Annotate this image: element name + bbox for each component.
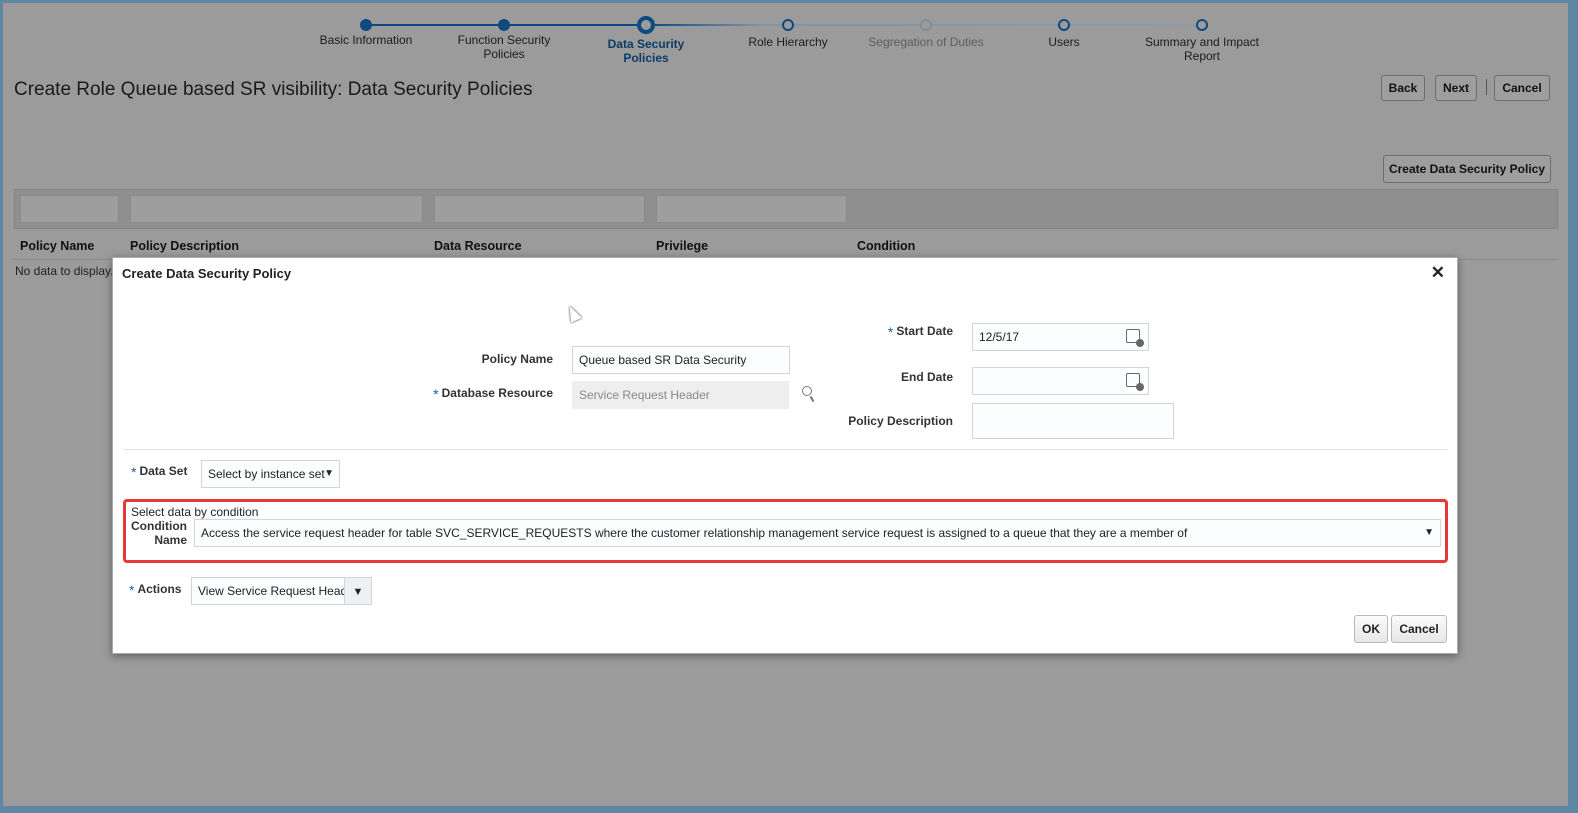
start-date-input[interactable]: 12/5/17 xyxy=(972,323,1149,351)
column-condition[interactable]: Condition xyxy=(857,239,915,253)
ok-button[interactable]: OK xyxy=(1354,615,1388,643)
train-stop-3[interactable] xyxy=(782,19,794,31)
start-date-value: 12/5/17 xyxy=(979,330,1020,344)
search-icon[interactable] xyxy=(802,386,812,396)
train-step-label[interactable]: Users xyxy=(1004,35,1124,49)
actions-label: * Actions xyxy=(129,582,182,598)
actions-input[interactable]: View Service Request Header xyxy=(191,577,345,605)
train-step-label[interactable]: Role Hierarchy xyxy=(728,35,848,49)
filter-policy-description[interactable] xyxy=(130,195,423,223)
chevron-down-icon: ▼ xyxy=(324,468,334,479)
policy-name-input[interactable]: Queue based SR Data Security xyxy=(572,346,790,374)
calendar-icon[interactable] xyxy=(1126,329,1144,347)
database-resource-input[interactable]: Service Request Header xyxy=(572,381,789,409)
create-data-security-policy-button[interactable]: Create Data Security Policy xyxy=(1383,155,1551,183)
policy-name-label: Policy Name xyxy=(481,352,553,366)
empty-table-message: No data to display. xyxy=(15,264,114,278)
condition-name-select[interactable]: Access the service request header for ta… xyxy=(194,519,1441,547)
database-resource-label: * Database Resource xyxy=(433,386,553,402)
train-stop-1[interactable] xyxy=(498,19,510,31)
train-step-label[interactable]: Data Security Policies xyxy=(586,37,706,65)
policy-description-label: Policy Description xyxy=(848,414,953,428)
data-set-select[interactable]: Select by instance set ▼ xyxy=(201,460,340,488)
end-date-input[interactable] xyxy=(972,367,1149,395)
actions-dropdown-button[interactable]: ▼ xyxy=(344,577,372,605)
page-title: Create Role Queue based SR visibility: D… xyxy=(14,79,533,100)
chevron-down-icon: ▼ xyxy=(1424,527,1434,538)
back-button[interactable]: Back xyxy=(1381,75,1425,101)
train-step-label[interactable]: Function Security Policies xyxy=(444,33,564,61)
divider xyxy=(124,449,1447,450)
train-step-label[interactable]: Summary and Impact Report xyxy=(1142,35,1262,63)
create-data-security-policy-dialog: Create Data Security Policy ✕ Policy Nam… xyxy=(112,257,1458,654)
policy-description-textarea[interactable] xyxy=(972,403,1174,439)
column-data-resource[interactable]: Data Resource xyxy=(434,239,522,253)
train-stop-4[interactable] xyxy=(920,19,932,31)
filter-policy-name[interactable] xyxy=(20,195,119,223)
dialog-title: Create Data Security Policy xyxy=(122,266,292,281)
column-policy-description[interactable]: Policy Description xyxy=(130,239,239,253)
column-privilege[interactable]: Privilege xyxy=(656,239,708,253)
end-date-label: End Date xyxy=(900,370,953,384)
close-icon[interactable]: ✕ xyxy=(1431,263,1445,283)
train-stop-6[interactable] xyxy=(1196,19,1208,31)
train-step-label[interactable]: Segregation of Duties xyxy=(866,35,986,49)
data-set-label: * Data Set xyxy=(131,464,188,480)
filter-data-resource[interactable] xyxy=(434,195,645,223)
dialog-cancel-button[interactable]: Cancel xyxy=(1391,615,1447,643)
calendar-icon[interactable] xyxy=(1126,373,1144,391)
train-stop-0[interactable] xyxy=(360,19,372,31)
train-stop-5[interactable] xyxy=(1058,19,1070,31)
condition-heading: Select data by condition xyxy=(131,505,259,519)
chevron-down-icon: ▼ xyxy=(352,586,364,598)
condition-name-label: Condition Name xyxy=(131,519,187,547)
start-date-label: * Start Date xyxy=(887,324,953,340)
filter-privilege[interactable] xyxy=(656,195,847,223)
train-step-label[interactable]: Basic Information xyxy=(306,33,426,47)
column-policy-name[interactable]: Policy Name xyxy=(20,239,94,253)
next-button[interactable]: Next xyxy=(1435,75,1477,101)
divider xyxy=(1486,79,1487,95)
cancel-button[interactable]: Cancel xyxy=(1494,75,1550,101)
train-stop-2[interactable] xyxy=(637,16,655,34)
search-icon-handle xyxy=(809,395,815,403)
